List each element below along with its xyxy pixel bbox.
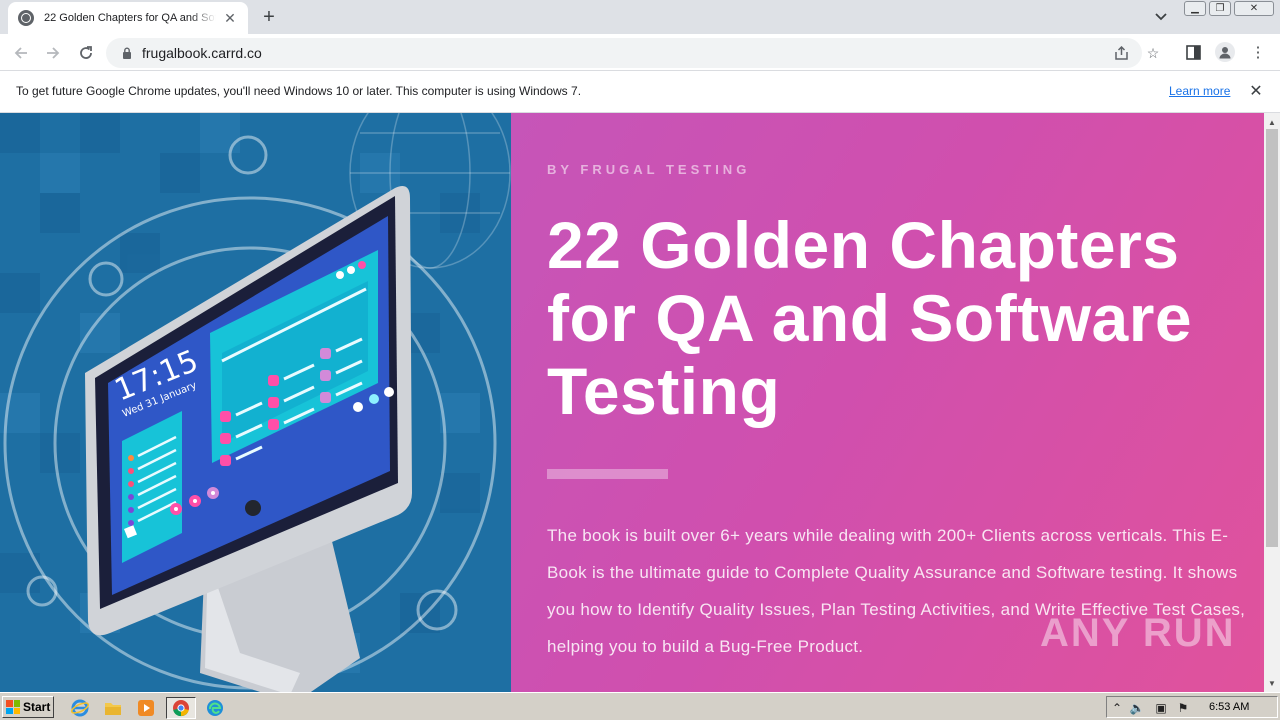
- lock-icon[interactable]: [122, 47, 132, 59]
- close-window-button[interactable]: ✕: [1234, 1, 1274, 16]
- taskbar-clock[interactable]: 6:53 AM: [1209, 701, 1249, 713]
- scroll-thumb[interactable]: [1266, 129, 1278, 547]
- hero-illustration: 17:15 Wed 31 January: [0, 113, 511, 692]
- network-icon[interactable]: ▣: [1153, 700, 1169, 716]
- back-button[interactable]: [10, 42, 32, 64]
- chrome-taskbar-icon[interactable]: [166, 697, 196, 719]
- browser-toolbar: frugalbook.carrd.co ☆ ⋮: [0, 34, 1280, 71]
- action-center-flag-icon[interactable]: ⚑: [1175, 700, 1191, 716]
- windows-logo-icon: [6, 700, 20, 714]
- update-infobar: To get future Google Chrome updates, you…: [0, 71, 1280, 113]
- learn-more-link[interactable]: Learn more: [1169, 84, 1230, 98]
- anyrun-watermark: ANY RUN: [1040, 611, 1236, 655]
- bookmark-star-icon[interactable]: ☆: [1144, 44, 1162, 62]
- volume-icon[interactable]: 🔈: [1129, 700, 1145, 716]
- scroll-up-arrow-icon[interactable]: ▲: [1264, 115, 1280, 129]
- scroll-down-arrow-icon[interactable]: ▼: [1264, 676, 1280, 690]
- tab-search-chevron-icon[interactable]: [1152, 8, 1170, 26]
- web-page: 17:15 Wed 31 January BY FRUGAL TESTING 2…: [0, 113, 1264, 692]
- windows-taskbar: Start ⌃ 🔈 ▣ ⚑ 6:53 AM: [0, 692, 1280, 720]
- side-panel-icon[interactable]: [1183, 42, 1203, 62]
- start-label: Start: [23, 700, 51, 714]
- menu-kebab-icon[interactable]: ⋮: [1248, 42, 1268, 62]
- internet-explorer-icon[interactable]: [67, 697, 93, 719]
- page-title: 22 Golden Chapters for QA and Software T…: [547, 208, 1193, 428]
- page-scrollbar[interactable]: ▲ ▼: [1264, 113, 1280, 692]
- tab-close-icon[interactable]: ✕: [222, 10, 238, 26]
- minimize-button[interactable]: ▁: [1184, 1, 1206, 16]
- infobar-message: To get future Google Chrome updates, you…: [16, 84, 582, 98]
- title-divider: [547, 469, 668, 479]
- system-tray: ⌃ 🔈 ▣ ⚑ 6:53 AM: [1106, 696, 1278, 718]
- start-button[interactable]: Start: [2, 696, 54, 718]
- restore-button[interactable]: ❐: [1209, 1, 1231, 16]
- browser-tab[interactable]: 22 Golden Chapters for QA and Software T…: [8, 2, 248, 34]
- forward-button[interactable]: [42, 42, 64, 64]
- new-tab-button[interactable]: +: [258, 6, 280, 28]
- share-icon[interactable]: [1112, 44, 1130, 62]
- tab-strip: 22 Golden Chapters for QA and Software T…: [0, 0, 1280, 34]
- arrow-right-icon: [47, 47, 60, 59]
- arrow-left-icon: [14, 47, 27, 59]
- reload-icon: [80, 46, 92, 59]
- tab-title: 22 Golden Chapters for QA and Software T…: [44, 12, 216, 24]
- infobar-close-icon[interactable]: ✕: [1247, 81, 1265, 101]
- reload-button[interactable]: [75, 42, 97, 64]
- address-bar[interactable]: frugalbook.carrd.co: [106, 38, 1142, 68]
- tray-expand-icon[interactable]: ⌃: [1109, 700, 1125, 716]
- edge-icon[interactable]: [202, 697, 228, 719]
- url-text: frugalbook.carrd.co: [142, 45, 262, 61]
- profile-avatar-icon[interactable]: [1215, 42, 1235, 62]
- media-player-icon[interactable]: [133, 697, 159, 719]
- file-explorer-icon[interactable]: [100, 697, 126, 719]
- computer-illustration: 17:15 Wed 31 January: [0, 113, 511, 692]
- hero-text-panel: BY FRUGAL TESTING 22 Golden Chapters for…: [511, 113, 1264, 692]
- globe-icon: [18, 10, 34, 26]
- byline: BY FRUGAL TESTING: [547, 162, 751, 177]
